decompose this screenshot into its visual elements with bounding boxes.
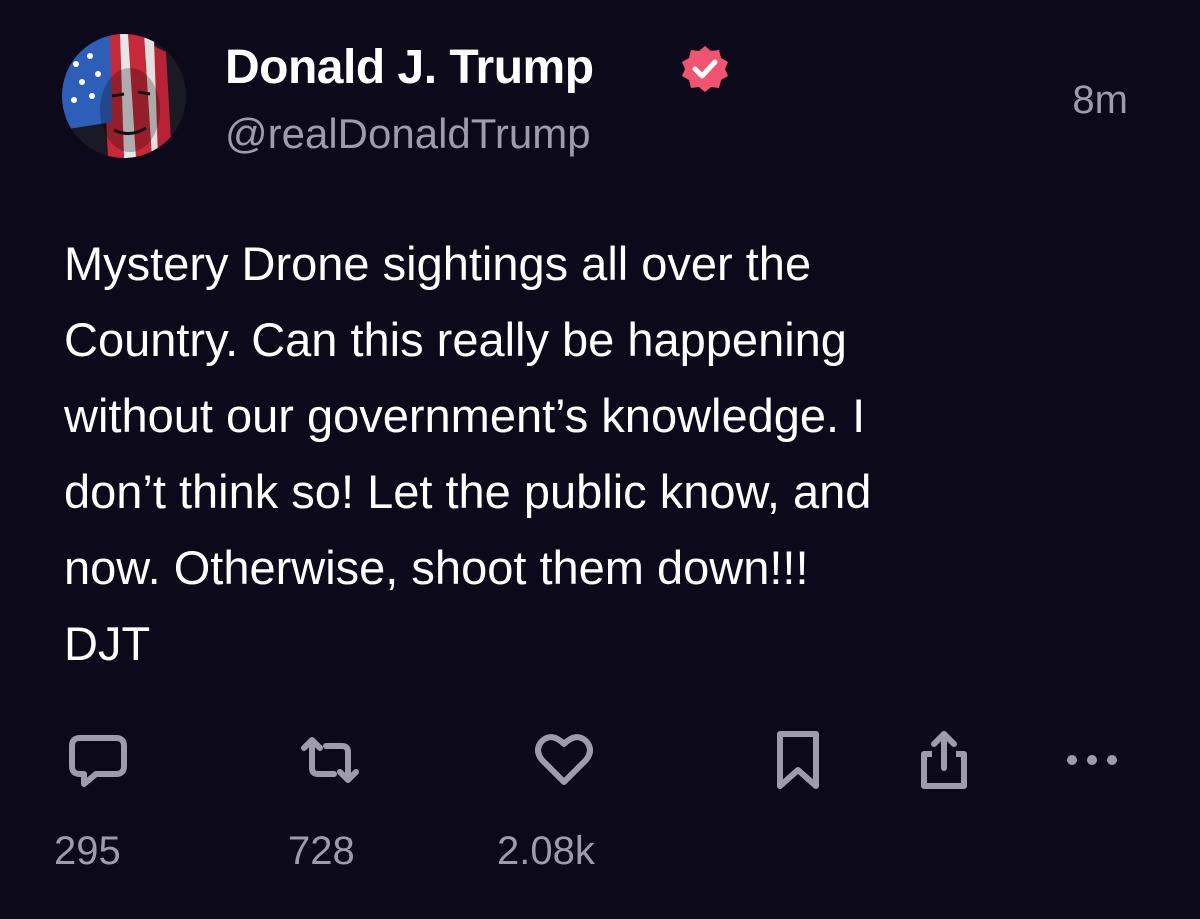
reply-icon bbox=[69, 735, 127, 787]
display-name[interactable]: Donald J. Trump bbox=[225, 38, 594, 98]
avatar[interactable] bbox=[62, 34, 186, 158]
share-icon bbox=[921, 731, 967, 789]
share-button[interactable] bbox=[912, 728, 976, 792]
post-line: don’t think so! Let the public know, and bbox=[64, 465, 872, 518]
post-line: Country. Can this really be happening bbox=[64, 313, 847, 366]
repost-button[interactable] bbox=[298, 728, 362, 792]
bookmark-button[interactable] bbox=[766, 728, 830, 792]
more-options-button[interactable] bbox=[1060, 728, 1124, 792]
post-body: Mystery Drone sightings all over the Cou… bbox=[64, 226, 1144, 682]
timestamp[interactable]: 8m bbox=[1072, 74, 1128, 126]
reply-count: 295 bbox=[54, 829, 121, 873]
post-line: without our government’s knowledge. I bbox=[64, 389, 866, 442]
reply-button[interactable] bbox=[66, 728, 130, 792]
like-count: 2.08k bbox=[497, 829, 595, 873]
post-line: now. Otherwise, shoot them down!!! bbox=[64, 541, 809, 594]
user-handle[interactable]: @realDonaldTrump bbox=[225, 106, 591, 162]
heart-icon bbox=[535, 734, 593, 785]
post-line: Mystery Drone sightings all over the bbox=[64, 237, 812, 290]
verified-badge-icon bbox=[680, 44, 730, 94]
post-line: DJT bbox=[64, 617, 151, 670]
repost-icon bbox=[301, 737, 359, 783]
like-button[interactable] bbox=[532, 728, 596, 792]
post-card: Donald J. Trump @realDonaldTrump 8m Myst… bbox=[0, 0, 1200, 919]
repost-count: 728 bbox=[288, 829, 355, 873]
bookmark-icon bbox=[777, 731, 819, 789]
more-icon bbox=[1067, 755, 1117, 765]
